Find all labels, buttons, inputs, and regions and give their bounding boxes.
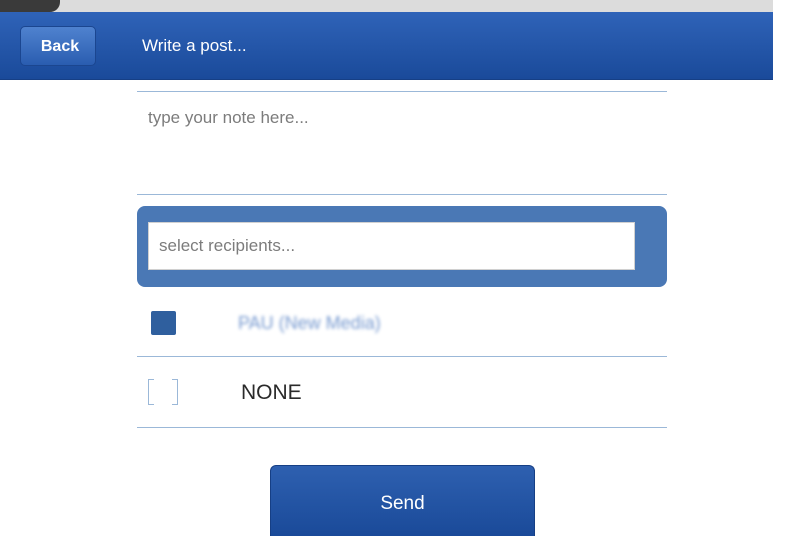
recipient-label: NONE [241, 381, 302, 404]
header-bar: Back Write a post... [0, 12, 773, 80]
list-item[interactable]: PAU (New Media) [137, 290, 667, 357]
recipient-label: PAU (New Media) [238, 313, 381, 333]
write-post-screen: Back Write a post... PAU (New Media) NON… [0, 0, 787, 536]
top-strip-corner [0, 0, 60, 12]
right-edge [773, 0, 787, 536]
back-button[interactable]: Back [20, 26, 96, 66]
recipients-bar [137, 206, 667, 287]
list-item[interactable]: NONE [137, 357, 667, 428]
back-button-label: Back [40, 38, 80, 55]
page-title: Write a post... [142, 36, 247, 55]
top-status-strip [0, 0, 787, 12]
note-area [137, 91, 667, 195]
checkbox-unchecked[interactable] [148, 379, 178, 405]
send-button[interactable]: Send [270, 465, 535, 536]
note-textarea[interactable] [137, 92, 667, 194]
checkbox-checked[interactable] [151, 311, 176, 335]
recipients-input[interactable] [148, 222, 635, 270]
